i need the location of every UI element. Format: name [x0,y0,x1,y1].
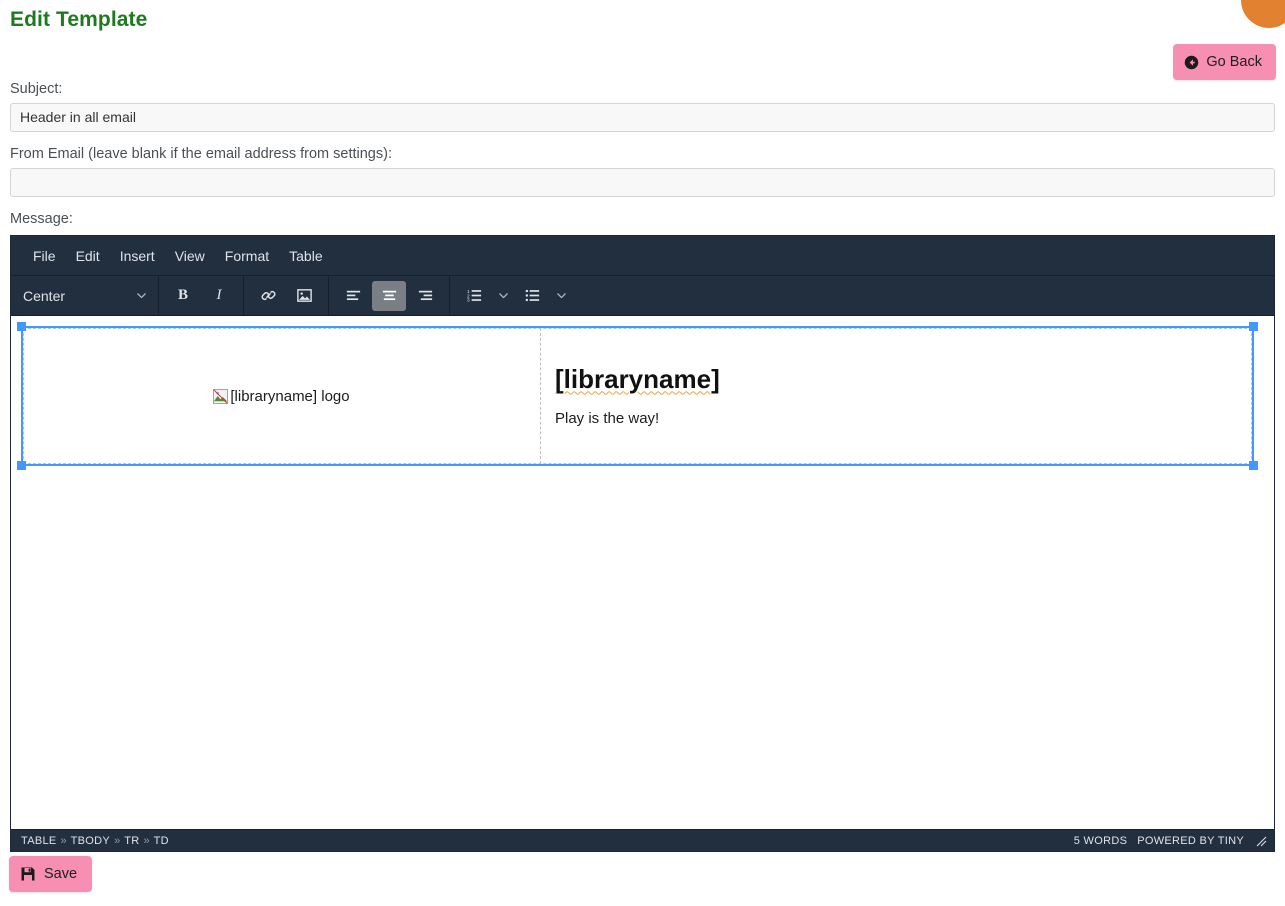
bullet-list-chevron[interactable] [550,281,572,311]
editor-statusbar: TABLE » TBODY » TR » TD 5 WORDS POWERED … [11,829,1274,851]
template-form: Subject: From Email (leave blank if the … [0,80,1285,233]
editor-content-area[interactable]: [libraryname] logo [libraryname] Play is… [11,316,1274,829]
menu-insert[interactable]: Insert [110,244,165,268]
selected-table[interactable]: [libraryname] logo [libraryname] Play is… [17,322,1258,470]
menu-file[interactable]: File [23,244,66,268]
go-back-button[interactable]: Go Back [1173,44,1276,80]
align-center-icon [381,287,398,304]
align-right-icon [417,287,434,304]
resize-handle-top-left[interactable] [17,322,26,331]
bold-label: B [177,287,188,303]
align-left-icon [345,287,362,304]
insert-link-button[interactable] [251,281,285,311]
resize-handle-bottom-left[interactable] [17,461,26,470]
save-button[interactable]: Save [9,856,93,892]
menu-edit[interactable]: Edit [66,244,110,268]
italic-label: I [216,287,222,303]
tiny-branding[interactable]: POWERED BY TINY [1137,835,1244,847]
content-heading: [libraryname] [555,363,720,394]
format-select-value: Center [23,287,66,304]
subject-label: Subject: [10,81,63,97]
link-icon [260,287,277,304]
word-count: 5 WORDS [1073,834,1128,847]
align-right-button[interactable] [408,281,442,311]
from-email-input[interactable] [10,167,1275,197]
logo-alt-text: [libraryname] logo [230,387,350,405]
broken-image-placeholder[interactable]: [libraryname] logo [213,387,350,405]
broken-image-icon [213,388,229,404]
breadcrumb: TABLE » TBODY » TR » TD [21,835,169,847]
edit-template-page: Edit Template Go Back Subject: From Emai… [0,0,1285,906]
numbered-list-chevron[interactable] [492,281,514,311]
rich-text-editor: File Edit Insert View Format Table Cente… [10,235,1275,852]
resize-handle-bottom-right[interactable] [1249,461,1258,470]
editor-toolbar: Center B I 1 2 3 [11,275,1274,316]
svg-text:3: 3 [466,298,469,304]
menu-view[interactable]: View [165,244,215,268]
page-title: Edit Template [10,8,148,31]
content-subtext: Play is the way! [555,410,660,428]
decorative-orange-circle [1241,0,1285,28]
arrow-circle-left-icon [1184,55,1199,70]
format-select[interactable]: Center [21,281,152,311]
floppy-disk-icon [20,866,36,882]
bullet-list-icon [524,287,541,304]
message-label: Message: [10,210,73,227]
numbered-list-button[interactable]: 1 2 3 [457,281,491,311]
bold-button[interactable]: B [166,281,200,311]
bullet-list-button[interactable] [515,281,549,311]
table-cell-logo[interactable]: [libraryname] logo [23,328,541,464]
breadcrumb-separator: » [114,834,121,847]
breadcrumb-separator: » [60,834,67,847]
table-cell-text[interactable]: [libraryname] Play is the way! [541,328,1252,464]
go-back-label: Go Back [1206,54,1262,70]
insert-image-button[interactable] [287,281,321,311]
resize-handle-top-right[interactable] [1249,322,1258,331]
breadcrumb-separator: » [143,834,150,847]
breadcrumb-item-tbody[interactable]: TBODY [71,835,110,847]
subject-input[interactable] [10,102,1275,132]
image-icon [296,287,313,304]
align-center-button[interactable] [372,280,406,311]
save-label: Save [44,866,78,882]
chevron-down-icon [135,289,148,302]
resize-grip-icon[interactable] [1254,834,1268,848]
breadcrumb-item-table[interactable]: TABLE [21,835,57,847]
from-email-label: From Email (leave blank if the email add… [10,145,392,162]
breadcrumb-item-tr[interactable]: TR [124,835,139,847]
statusbar-right: 5 WORDS POWERED BY TINY [1074,834,1268,848]
editor-menubar: File Edit Insert View Format Table [11,236,1274,276]
italic-button[interactable]: I [202,281,236,311]
breadcrumb-item-td[interactable]: TD [154,835,169,847]
numbered-list-icon: 1 2 3 [466,287,483,304]
menu-table[interactable]: Table [279,244,332,268]
menu-format[interactable]: Format [215,244,279,268]
align-left-button[interactable] [336,281,370,311]
